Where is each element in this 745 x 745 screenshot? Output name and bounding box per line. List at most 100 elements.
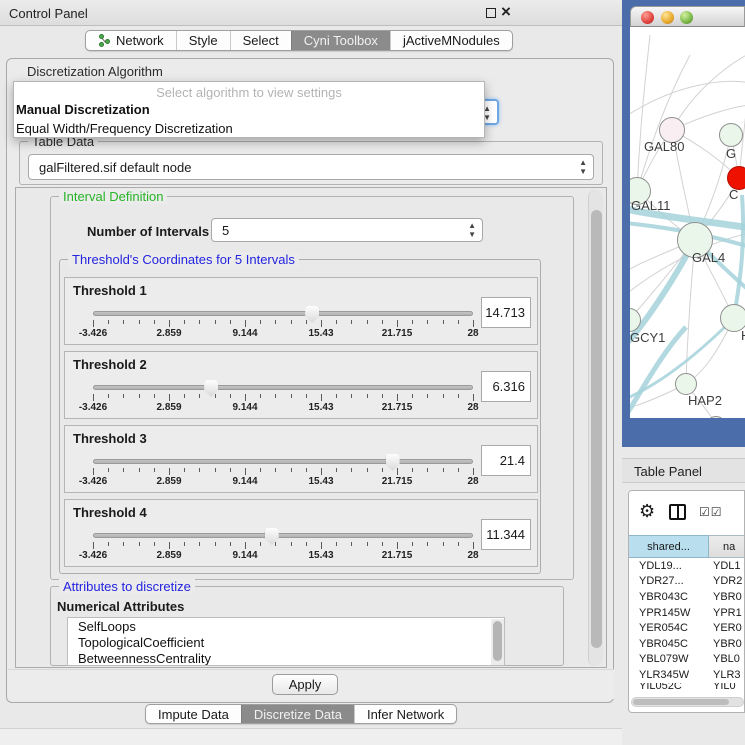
tab-cyni-toolbox[interactable]: Cyni Toolbox [291, 31, 390, 50]
bottom-strip [0, 728, 622, 745]
close-traffic-light-icon[interactable] [641, 11, 654, 24]
table-row[interactable]: YPR145WYPR1 [629, 605, 745, 621]
tab-style[interactable]: Style [176, 31, 230, 50]
gear-icon[interactable]: ⚙ [639, 501, 655, 522]
table-row[interactable]: YER054CYER0 [629, 620, 745, 636]
zoom-traffic-light-icon[interactable] [680, 11, 693, 24]
table-row[interactable]: YDL19...YDL1 [629, 558, 745, 574]
tab-label: Discretize Data [254, 707, 342, 722]
attributes-scrollbar-thumb[interactable] [493, 621, 502, 661]
tab-impute-data[interactable]: Impute Data [146, 705, 241, 723]
tab-select[interactable]: Select [230, 31, 291, 50]
threshold-slider[interactable] [93, 385, 473, 390]
table-column-header[interactable]: na [709, 535, 745, 558]
attributes-group: Attributes to discretize Numerical Attri… [50, 586, 564, 666]
minimize-traffic-light-icon[interactable] [661, 11, 674, 24]
attributes-group-title: Attributes to discretize [59, 579, 195, 594]
tab-label: Cyni Toolbox [304, 33, 378, 48]
table-data-group: Table Data galFiltered.sif default node … [19, 141, 603, 185]
table-cell: YBR043C [629, 589, 709, 605]
tab-infer-network[interactable]: Infer Network [354, 705, 456, 723]
slider-ticks [93, 394, 473, 401]
cyni-toolbox-panel: Discretization Algorithm ▲▼ Select algor… [6, 58, 614, 703]
table-row[interactable]: YBR045CYBR0 [629, 636, 745, 652]
algorithm-option[interactable]: Equal Width/Frequency Discretization [14, 119, 484, 138]
tab-label: Select [243, 33, 279, 48]
algorithm-option[interactable]: Manual Discretization [14, 100, 484, 119]
threshold-slider[interactable] [93, 459, 473, 464]
close-icon[interactable]: × [501, 2, 511, 22]
table-horizontal-scrollbar-thumb[interactable] [633, 699, 729, 705]
threshold-slider[interactable] [93, 311, 473, 316]
combo-arrows-icon: ▲▼ [579, 158, 587, 176]
column-layout-icon[interactable] [669, 504, 686, 520]
attribute-list-item[interactable]: TopologicalCoefficient [68, 634, 504, 650]
tab-discretize-data[interactable]: Discretize Data [241, 705, 354, 723]
slider-tick-labels: -3.4262.8599.14415.4321.71528 [93, 402, 473, 414]
threshold-value-field[interactable]: 11.344 [481, 519, 531, 550]
table-row[interactable]: YBR043CYBR0 [629, 589, 745, 605]
thresholds-group: Threshold's Coordinates for 5 Intervals … [59, 259, 541, 574]
threshold-box: Threshold 1-3.4262.8599.14415.4321.71528… [64, 277, 538, 345]
table-cell: YDL19... [629, 558, 709, 574]
network-node-hap2[interactable] [675, 373, 697, 395]
number-of-intervals-value: 5 [222, 223, 229, 238]
select-columns-icon[interactable]: ☑☑ [699, 505, 723, 519]
settings-scrollbar[interactable] [588, 190, 603, 666]
settings-scrollbar-thumb[interactable] [591, 210, 602, 648]
algorithm-options: Manual DiscretizationEqual Width/Frequen… [14, 100, 484, 138]
slider-tick-labels: -3.4262.8599.14415.4321.71528 [93, 476, 473, 488]
numerical-attributes-label: Numerical Attributes [57, 599, 184, 614]
threshold-label: Threshold 3 [73, 431, 147, 446]
table-header-row: shared...na [629, 535, 745, 558]
table-row[interactable]: YDR27...YDR2 [629, 574, 745, 590]
attributes-scrollbar[interactable] [491, 619, 504, 666]
threshold-slider[interactable] [93, 533, 473, 538]
numerical-attributes-list[interactable]: SelfLoopsTopologicalCoefficientBetweenne… [67, 617, 505, 666]
node-label: GAL80 [644, 139, 684, 154]
tab-network[interactable]: Network [86, 31, 176, 50]
table-data-combobox[interactable]: galFiltered.sif default node ▲▼ [28, 154, 594, 180]
apply-button[interactable]: Apply [272, 674, 338, 695]
threshold-value-field[interactable]: 21.4 [481, 445, 531, 476]
network-window-frame: GAL80GCGAL11GAL4GCY1HHAP2 [622, 0, 745, 447]
table-cell: YIL0 [709, 683, 745, 690]
table-row[interactable]: YBL079WYBL0 [629, 652, 745, 668]
threshold-value-field[interactable]: 6.316 [481, 371, 531, 402]
slider-ticks [93, 468, 473, 475]
bottom-tab-bar: Impute Data Discretize Data Infer Network [145, 704, 457, 724]
table-row[interactable]: YIL052CYIL0 [629, 683, 745, 690]
tab-jactivemnodules[interactable]: jActiveMNodules [390, 31, 512, 50]
threshold-box: Threshold 4-3.4262.8599.14415.4321.71528… [64, 499, 538, 567]
table-cell: YLR345W [629, 667, 709, 683]
table-row[interactable]: YLR345WYLR3 [629, 667, 745, 683]
attribute-list-item[interactable]: SelfLoops [68, 618, 504, 634]
network-canvas[interactable]: GAL80GCGAL11GAL4GCY1HHAP2 [630, 27, 745, 418]
node-label: C [729, 187, 738, 202]
table-cell: YPR145W [629, 605, 709, 621]
tab-label: jActiveMNodules [403, 33, 500, 48]
number-of-intervals-label: Number of Intervals [87, 224, 209, 239]
table-cell: YER054C [629, 620, 709, 636]
table-cell: YDR2 [709, 574, 745, 590]
float-window-icon[interactable] [486, 8, 496, 18]
slider-ticks [93, 320, 473, 327]
threshold-label: Threshold 4 [73, 505, 147, 520]
interval-group-title: Interval Definition [59, 189, 167, 204]
table-horizontal-scrollbar[interactable] [631, 697, 744, 707]
table-cell: YBR0 [709, 589, 745, 605]
thresholds-group-title: Threshold's Coordinates for 5 Intervals [68, 252, 299, 267]
network-window-titlebar [630, 6, 745, 27]
apply-row: Apply [8, 669, 614, 699]
number-of-intervals-combobox[interactable]: 5 ▲▼ [211, 218, 483, 242]
table-cell: YLR3 [709, 667, 745, 683]
control-panel-titlebar: Control Panel × [0, 0, 622, 26]
threshold-value-field[interactable]: 14.713 [481, 297, 531, 328]
node-label: G [726, 146, 736, 161]
attribute-list-item[interactable]: BetweennessCentrality [68, 650, 504, 666]
table-data-value: galFiltered.sif default node [39, 160, 191, 175]
network-node-g[interactable] [719, 123, 743, 147]
node-label: H [741, 328, 745, 343]
table-cell: YBR045C [629, 636, 709, 652]
table-column-header[interactable]: shared... [629, 535, 709, 558]
